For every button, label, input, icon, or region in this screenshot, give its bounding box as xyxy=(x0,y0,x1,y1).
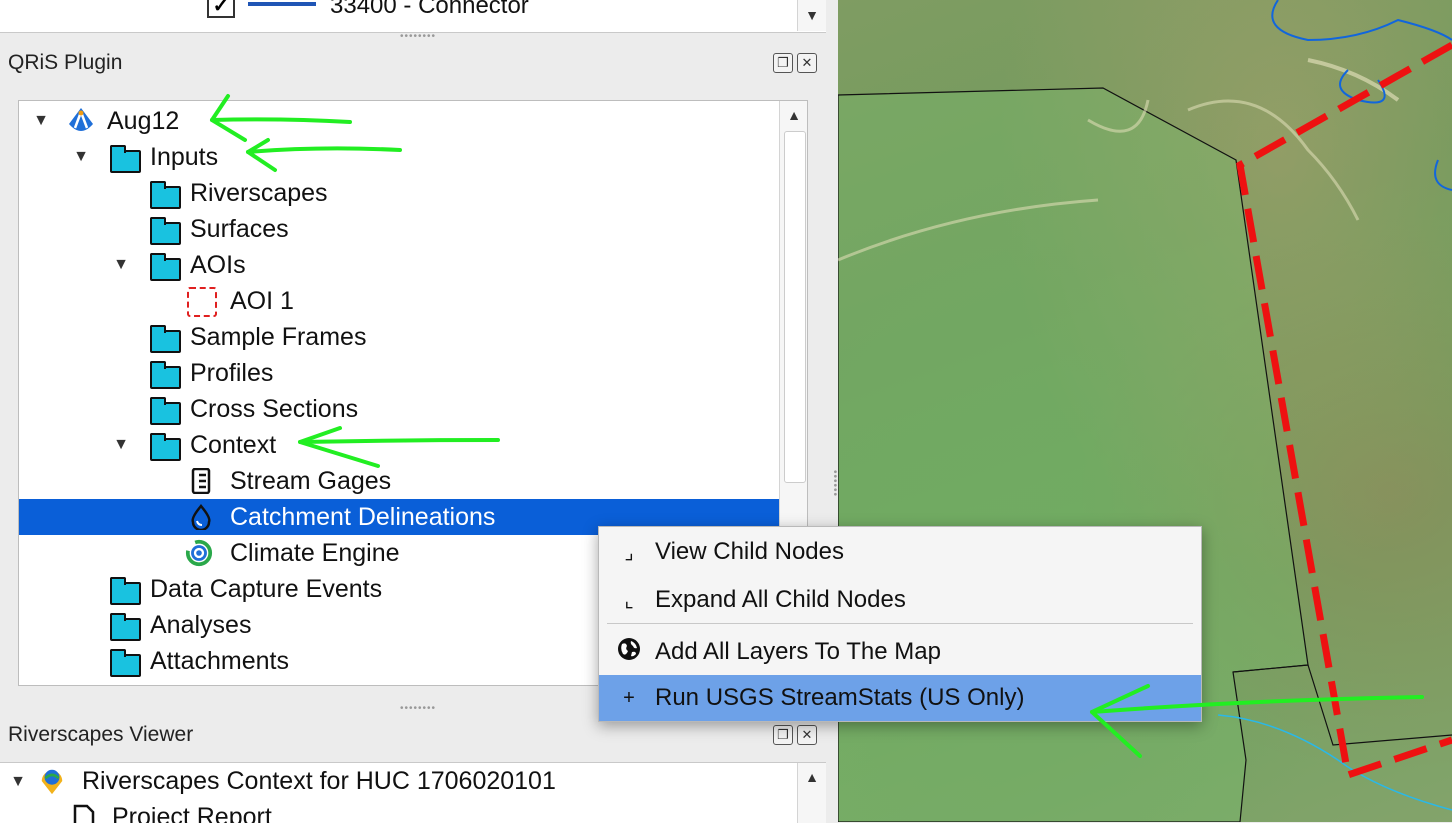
close-panel-icon[interactable]: ✕ xyxy=(797,725,817,745)
aoi-polygon-icon xyxy=(187,287,217,317)
scroll-up-icon[interactable]: ▲ xyxy=(798,765,826,789)
scroll-thumb[interactable] xyxy=(784,131,806,483)
tree-item-label: Aug12 xyxy=(107,106,180,135)
tree-item-profiles[interactable]: Profiles xyxy=(19,355,779,391)
tree-item-label: Attachments xyxy=(150,646,289,675)
tree-item-aois[interactable]: ▼ AOIs xyxy=(19,247,779,283)
folder-icon xyxy=(150,217,181,245)
tree-item-label: AOIs xyxy=(190,250,246,279)
globe-icon xyxy=(617,637,641,667)
plus-icon: + xyxy=(623,686,635,709)
tree-item-label: Profiles xyxy=(190,358,274,387)
water-drop-icon xyxy=(187,503,215,531)
scroll-up-icon[interactable]: ▲ xyxy=(780,103,807,127)
tree-item-label: Catchment Delineations xyxy=(230,502,496,531)
tree-item-context[interactable]: ▼ Context xyxy=(19,427,779,463)
folder-icon xyxy=(150,433,181,461)
folder-icon xyxy=(110,577,141,605)
folder-icon xyxy=(110,613,141,641)
tree-item-aoi-1[interactable]: AOI 1 xyxy=(19,283,779,319)
tree-item-label: AOI 1 xyxy=(230,286,294,315)
context-menu: ⌟ View Child Nodes ⌞ Expand All Child No… xyxy=(598,526,1202,722)
scroll-down-icon[interactable]: ▼ xyxy=(798,3,826,27)
qris-dock-buttons: ❐ ✕ xyxy=(773,53,817,73)
climate-engine-icon xyxy=(185,539,213,567)
folder-icon xyxy=(150,181,181,209)
tree-item-label: Sample Frames xyxy=(190,322,367,351)
menu-item-label: Run USGS StreamStats (US Only) xyxy=(655,684,1025,711)
folder-icon xyxy=(150,397,181,425)
chevron-down-icon[interactable]: ▼ xyxy=(111,256,131,274)
tree-item-label: Analyses xyxy=(150,610,252,639)
tree-item-label: Cross Sections xyxy=(190,394,359,423)
tree-item-stream-gages[interactable]: Stream Gages xyxy=(19,463,779,499)
tree-item-label: Data Capture Events xyxy=(150,574,383,603)
folder-icon xyxy=(110,145,141,173)
tree-item-surfaces[interactable]: Surfaces xyxy=(19,211,779,247)
menu-item-add-all-layers[interactable]: Add All Layers To The Map xyxy=(599,629,1201,675)
tree-item-aug12[interactable]: ▼ Aug12 xyxy=(19,103,779,139)
legend-scrollbar[interactable]: ▼ xyxy=(797,0,826,31)
menu-item-view-child-nodes[interactable]: ⌟ View Child Nodes xyxy=(599,529,1201,575)
tree-item-label: Context xyxy=(190,430,277,459)
tree-item-label: Inputs xyxy=(150,142,219,171)
folder-icon xyxy=(150,361,181,389)
menu-item-label: Expand All Child Nodes xyxy=(655,586,906,613)
chevron-down-icon[interactable]: ▼ xyxy=(111,436,131,454)
legend-line-symbol xyxy=(248,2,316,6)
riverscapes-project-icon xyxy=(38,767,66,795)
splitter-handle[interactable]: •••••••• xyxy=(400,703,436,714)
chevron-down-icon[interactable]: ▼ xyxy=(71,148,91,166)
tree-item-label: Surfaces xyxy=(190,214,289,243)
legend-checkbox[interactable]: ✓ xyxy=(207,0,235,18)
tree-item-label: Climate Engine xyxy=(230,538,400,567)
viewer-panel-title: Riverscapes Viewer xyxy=(8,723,194,746)
expand-icon: ⌞ xyxy=(624,589,634,612)
viewer-dock-buttons: ❐ ✕ xyxy=(773,725,817,745)
menu-item-label: View Child Nodes xyxy=(655,538,844,565)
folder-icon xyxy=(150,325,181,353)
folder-icon xyxy=(110,649,141,677)
gage-icon xyxy=(187,467,215,495)
riverscapes-viewer-tree[interactable]: ▼ Riverscapes Context for HUC 1706020101… xyxy=(0,762,826,823)
menu-item-label: Add All Layers To The Map xyxy=(655,638,941,665)
tree-item-inputs[interactable]: ▼ Inputs xyxy=(19,139,779,175)
qris-panel-title: QRiS Plugin xyxy=(8,51,123,74)
float-panel-icon[interactable]: ❐ xyxy=(773,53,793,73)
viewer-item-project[interactable]: Riverscapes Context for HUC 1706020101 xyxy=(82,767,556,796)
chevron-down-icon[interactable]: ▼ xyxy=(8,773,28,791)
chevron-down-icon[interactable]: ▼ xyxy=(31,112,51,130)
splitter-handle[interactable]: •••••••• xyxy=(400,31,436,42)
tree-item-label: Riverscapes xyxy=(190,178,328,207)
document-icon xyxy=(70,803,98,823)
viewer-item-project-report[interactable]: Project Report xyxy=(112,803,272,823)
tree-item-sample-frames[interactable]: Sample Frames xyxy=(19,319,779,355)
viewer-scrollbar[interactable]: ▲ xyxy=(797,763,826,823)
menu-item-run-usgs-streamstats[interactable]: + Run USGS StreamStats (US Only) xyxy=(599,675,1201,721)
float-panel-icon[interactable]: ❐ xyxy=(773,725,793,745)
qris-logo-icon xyxy=(67,107,95,135)
tree-item-label: Stream Gages xyxy=(230,466,392,495)
menu-item-expand-all-child-nodes[interactable]: ⌞ Expand All Child Nodes xyxy=(599,577,1201,623)
legend-label: 33400 - Connector xyxy=(330,0,529,19)
close-panel-icon[interactable]: ✕ xyxy=(797,53,817,73)
tree-item-cross-sections[interactable]: Cross Sections xyxy=(19,391,779,427)
tree-item-riverscapes[interactable]: Riverscapes xyxy=(19,175,779,211)
menu-separator xyxy=(607,623,1193,624)
collapse-icon: ⌟ xyxy=(624,541,634,564)
folder-icon xyxy=(150,253,181,281)
layer-legend-panel: ✓ 33400 - Connector ▼ xyxy=(0,0,826,33)
